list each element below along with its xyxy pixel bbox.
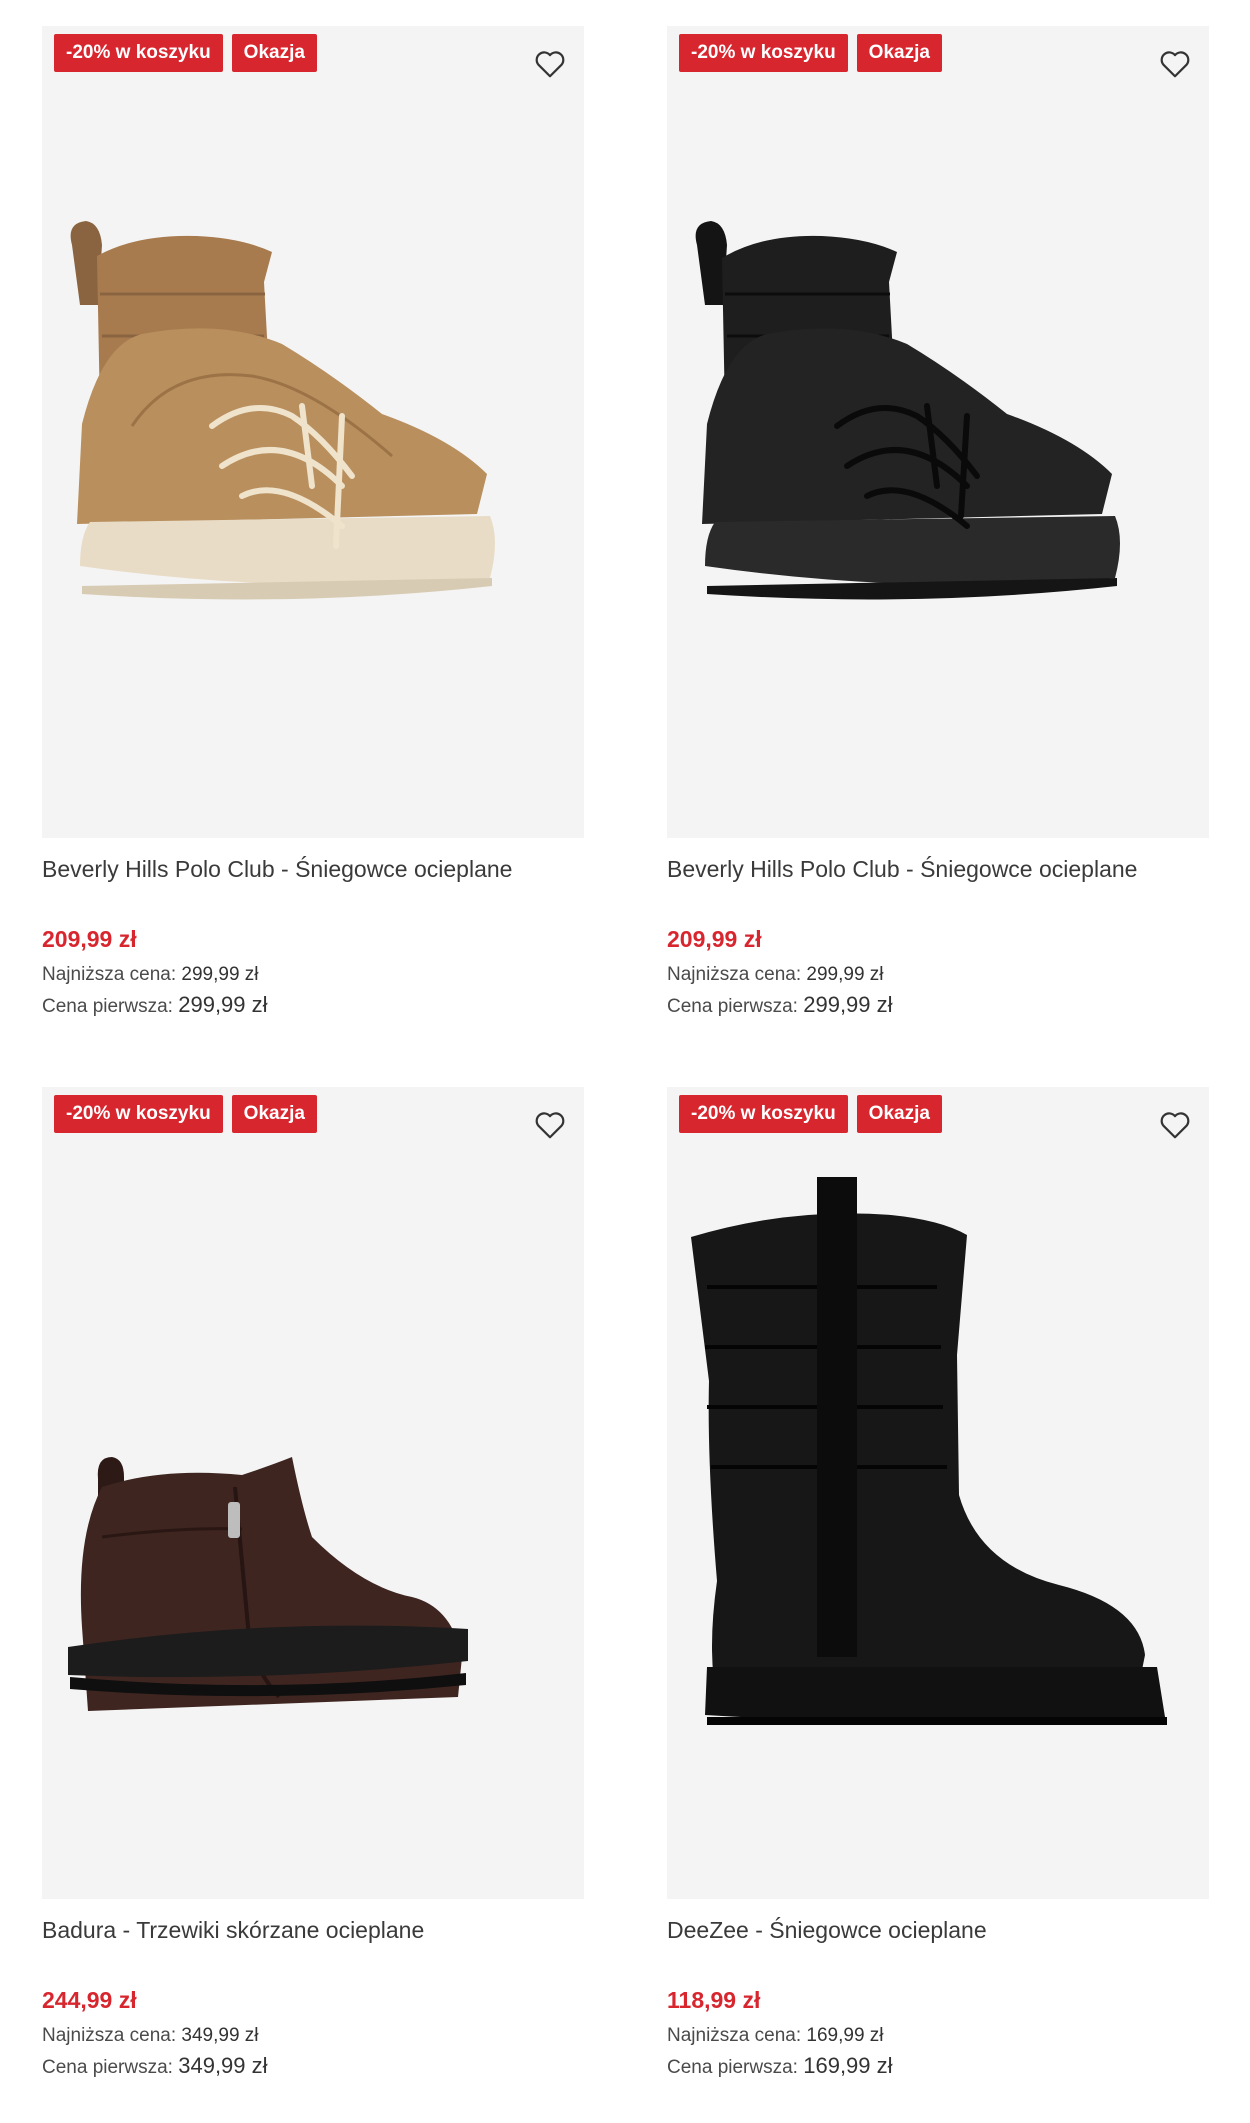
wishlist-heart-icon[interactable]: [1155, 44, 1195, 84]
product-title[interactable]: Beverly Hills Polo Club - Śniegowce ocie…: [42, 854, 584, 884]
product-price: 209,99 zł: [42, 926, 137, 952]
original-price-label: Cena pierwsza:: [667, 2057, 798, 2078]
lowest-price-label: Najniższa cena:: [42, 2025, 177, 2046]
lowest-price-value: 349,99 zł: [181, 2025, 259, 2046]
deal-badge: Okazja: [856, 1095, 942, 1133]
black-snow-boot-image[interactable]: [667, 26, 1209, 838]
product-image-area[interactable]: -20% w koszyku Okazja: [667, 26, 1209, 838]
deal-badge: Okazja: [231, 34, 317, 72]
original-price-label: Cena pierwsza:: [42, 996, 173, 1017]
discount-badge: -20% w koszyku: [54, 34, 223, 72]
wishlist-heart-icon[interactable]: [1155, 1105, 1195, 1145]
product-price: 244,99 zł: [42, 1987, 137, 2013]
discount-badge: -20% w koszyku: [679, 1095, 848, 1133]
product-image-area[interactable]: -20% w koszyku Okazja: [667, 1087, 1209, 1899]
black-quilted-tall-boot-image[interactable]: [667, 1087, 1209, 1899]
brown-leather-ankle-boot-image[interactable]: [42, 1087, 584, 1899]
tan-snow-boot-image[interactable]: [42, 26, 584, 838]
lowest-price-value: 299,99 zł: [806, 964, 884, 985]
deal-badge: Okazja: [231, 1095, 317, 1133]
lowest-price-row: Najniższa cena: 349,99 zł: [42, 2021, 584, 2051]
product-card[interactable]: -20% w koszyku Okazja Beverly Hills Polo…: [42, 26, 584, 1022]
deal-badge: Okazja: [856, 34, 942, 72]
original-price-row: Cena pierwsza: 349,99 zł: [42, 2051, 584, 2083]
product-title[interactable]: Beverly Hills Polo Club - Śniegowce ocie…: [667, 854, 1209, 884]
original-price-value: 299,99 zł: [178, 992, 268, 1017]
product-image-area[interactable]: -20% w koszyku Okazja: [42, 26, 584, 838]
wishlist-heart-icon[interactable]: [530, 1105, 570, 1145]
product-card[interactable]: -20% w koszyku Okazja Beverly Hills Polo…: [667, 26, 1209, 1022]
original-price-label: Cena pierwsza:: [42, 2057, 173, 2078]
lowest-price-row: Najniższa cena: 299,99 zł: [42, 960, 584, 990]
discount-badge: -20% w koszyku: [54, 1095, 223, 1133]
original-price-value: 349,99 zł: [178, 2053, 268, 2078]
original-price-label: Cena pierwsza:: [667, 996, 798, 1017]
product-image-area[interactable]: -20% w koszyku Okazja: [42, 1087, 584, 1899]
product-price: 118,99 zł: [667, 1987, 761, 2013]
lowest-price-row: Najniższa cena: 299,99 zł: [667, 960, 1209, 990]
lowest-price-label: Najniższa cena:: [42, 964, 177, 985]
badge-group: -20% w koszyku Okazja: [54, 1095, 317, 1133]
original-price-row: Cena pierwsza: 299,99 zł: [667, 990, 1209, 1022]
original-price-row: Cena pierwsza: 169,99 zł: [667, 2051, 1209, 2083]
original-price-row: Cena pierwsza: 299,99 zł: [42, 990, 584, 1022]
lowest-price-label: Najniższa cena:: [667, 2025, 802, 2046]
badge-group: -20% w koszyku Okazja: [679, 34, 942, 72]
product-title[interactable]: DeeZee - Śniegowce ocieplane: [667, 1915, 1209, 1945]
original-price-value: 299,99 zł: [803, 992, 893, 1017]
wishlist-heart-icon[interactable]: [530, 44, 570, 84]
discount-badge: -20% w koszyku: [679, 34, 848, 72]
lowest-price-label: Najniższa cena:: [667, 964, 802, 985]
badge-group: -20% w koszyku Okazja: [679, 1095, 942, 1133]
product-card[interactable]: -20% w koszyku Okazja DeeZee - Śniegowce…: [667, 1087, 1209, 2083]
product-price: 209,99 zł: [667, 926, 762, 952]
lowest-price-row: Najniższa cena: 169,99 zł: [667, 2021, 1209, 2051]
product-card[interactable]: -20% w koszyku Okazja Badura - Trzewiki …: [42, 1087, 584, 2083]
lowest-price-value: 299,99 zł: [181, 964, 259, 985]
lowest-price-value: 169,99 zł: [806, 2025, 884, 2046]
original-price-value: 169,99 zł: [803, 2053, 893, 2078]
badge-group: -20% w koszyku Okazja: [54, 34, 317, 72]
product-title[interactable]: Badura - Trzewiki skórzane ocieplane: [42, 1915, 584, 1945]
